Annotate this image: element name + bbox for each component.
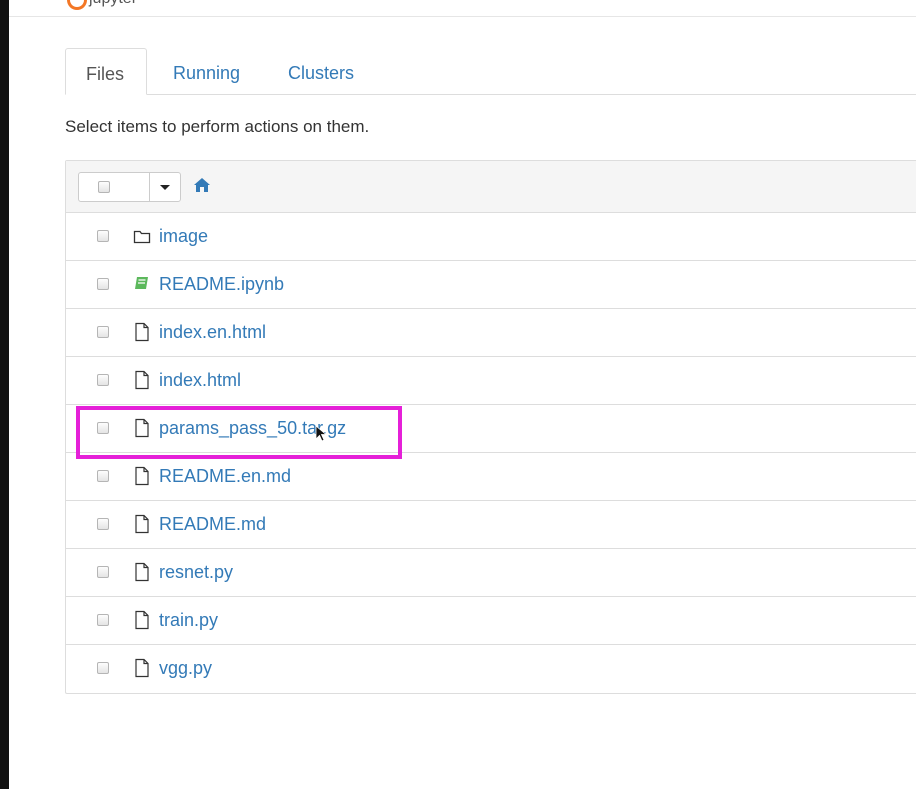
file-icon (135, 466, 149, 486)
folder-icon (133, 230, 151, 244)
item-checkbox[interactable] (97, 374, 109, 386)
list-item[interactable]: resnet.py (66, 549, 916, 597)
item-checkbox[interactable] (97, 614, 109, 626)
file-name-link[interactable]: image (159, 226, 208, 247)
list-item[interactable]: README.en.md (66, 453, 916, 501)
list-item[interactable]: index.en.html (66, 309, 916, 357)
file-name-link[interactable]: index.html (159, 370, 241, 391)
file-name-link[interactable]: README.ipynb (159, 274, 284, 295)
select-all-checkbox[interactable] (98, 181, 110, 193)
file-icon (135, 658, 149, 678)
jupyter-logo-icon (67, 0, 87, 10)
file-name-link[interactable]: resnet.py (159, 562, 233, 583)
list-item[interactable]: README.md (66, 501, 916, 549)
item-checkbox[interactable] (97, 422, 109, 434)
file-icon (135, 514, 149, 534)
select-all-group (78, 172, 181, 202)
file-list: image README.ipynb index.en.html index.h… (65, 160, 916, 694)
header-bar: jupyter (9, 0, 916, 17)
item-checkbox[interactable] (97, 326, 109, 338)
item-checkbox[interactable] (97, 662, 109, 674)
left-edge (0, 0, 9, 789)
file-name-link[interactable]: train.py (159, 610, 218, 631)
notebook-icon (135, 277, 148, 289)
home-icon[interactable] (194, 178, 210, 192)
item-checkbox[interactable] (97, 566, 109, 578)
file-icon (135, 418, 149, 438)
mouse-cursor-icon (315, 425, 328, 442)
select-all-area[interactable] (79, 173, 150, 201)
file-rows: image README.ipynb index.en.html index.h… (66, 213, 916, 693)
list-item[interactable]: params_pass_50.tar.gz (66, 405, 916, 453)
list-item[interactable]: README.ipynb (66, 261, 916, 309)
file-icon (135, 370, 149, 390)
file-icon (135, 562, 149, 582)
tab-files[interactable]: Files (65, 48, 147, 95)
tab-clusters[interactable]: Clusters (268, 48, 376, 93)
app-name: jupyter (89, 0, 137, 8)
tab-bar: Files Running Clusters (65, 48, 916, 95)
item-checkbox[interactable] (97, 278, 109, 290)
file-name-link[interactable]: README.en.md (159, 466, 291, 487)
file-name-link[interactable]: index.en.html (159, 322, 266, 343)
file-name-link[interactable]: vgg.py (159, 658, 212, 679)
file-list-header (66, 161, 916, 213)
file-icon (135, 610, 149, 630)
item-checkbox[interactable] (97, 518, 109, 530)
file-name-link[interactable]: README.md (159, 514, 266, 535)
list-item[interactable]: index.html (66, 357, 916, 405)
instructions-text: Select items to perform actions on them. (65, 117, 370, 136)
item-checkbox[interactable] (97, 470, 109, 482)
jupyter-tree-page: jupyter Files Running Clusters Select it… (9, 0, 916, 789)
item-checkbox[interactable] (97, 230, 109, 242)
file-icon (135, 322, 149, 342)
chevron-down-icon (160, 185, 170, 190)
list-item[interactable]: train.py (66, 597, 916, 645)
tab-running[interactable]: Running (153, 48, 261, 93)
jupyter-logo[interactable]: jupyter (67, 0, 157, 10)
list-item[interactable]: vgg.py (66, 645, 916, 693)
select-menu-button[interactable] (150, 173, 180, 201)
list-item[interactable]: image (66, 213, 916, 261)
